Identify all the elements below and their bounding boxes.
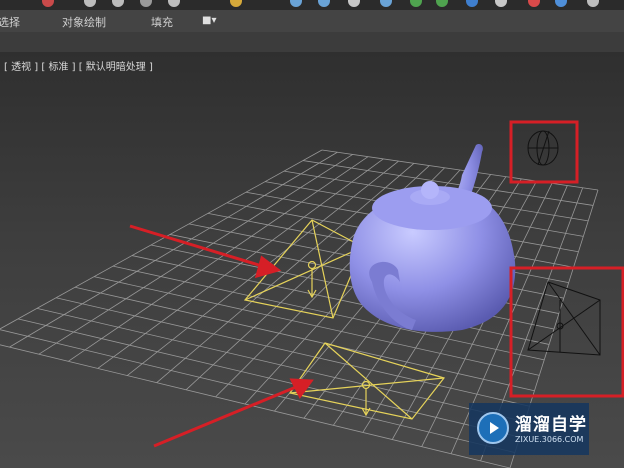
watermark-title: 溜溜自学 <box>515 415 587 435</box>
light-target-gizmo[interactable] <box>527 130 559 166</box>
ribbon-panel <box>0 32 624 53</box>
snap-icon[interactable] <box>290 0 302 7</box>
annotation-arrow-lower <box>153 378 314 448</box>
viewport-layout-icon[interactable] <box>587 0 599 7</box>
ribbon-bar: 选择 对象绘制 填充 ■▾ <box>0 10 624 33</box>
render-frame-icon[interactable] <box>436 0 448 7</box>
mirror-icon[interactable] <box>318 0 330 7</box>
undo-icon[interactable] <box>42 0 54 7</box>
watermark-url: ZIXUE.3066.COM <box>515 435 584 444</box>
tab-populate[interactable]: 填充 <box>151 14 173 30</box>
schematic-icon[interactable] <box>555 0 567 7</box>
move-icon[interactable] <box>140 0 152 7</box>
perspective-viewport[interactable]: [ 透视 ] [ 标准 ] [ 默认明暗处理 ] 溜溜自学 ZIXUE.3066… <box>0 52 624 468</box>
watermark-badge: 溜溜自学 ZIXUE.3066.COM <box>469 403 589 455</box>
camera-dropdown-icon[interactable]: ■▾ <box>202 15 216 26</box>
select-icon[interactable] <box>112 0 124 7</box>
tab-selection[interactable]: 选择 <box>0 14 20 30</box>
render-icon[interactable] <box>410 0 422 7</box>
scene-explorer-icon[interactable] <box>495 0 507 7</box>
tab-object-paint[interactable]: 对象绘制 <box>62 14 106 30</box>
light-icon[interactable] <box>230 0 242 7</box>
play-logo-icon <box>477 412 509 444</box>
layers-icon[interactable] <box>466 0 478 7</box>
rotate-icon[interactable] <box>168 0 180 7</box>
material-editor-icon[interactable] <box>348 0 360 7</box>
curve-editor-icon[interactable] <box>528 0 540 7</box>
grid-line <box>0 329 515 453</box>
link-icon[interactable] <box>84 0 96 7</box>
render-setup-icon[interactable] <box>380 0 392 7</box>
teapot-object[interactable] <box>349 143 516 332</box>
grid-line <box>0 149 323 330</box>
